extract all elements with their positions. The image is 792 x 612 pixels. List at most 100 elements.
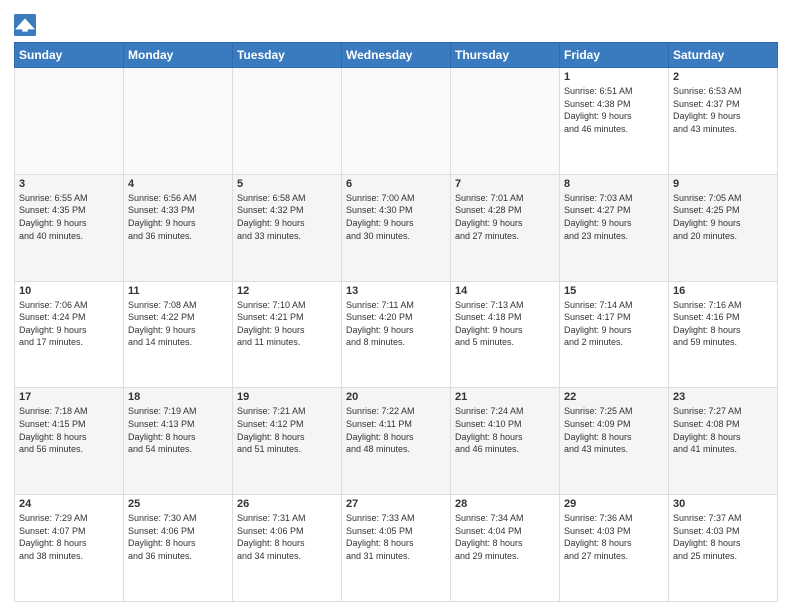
day-number: 20 (346, 391, 446, 403)
calendar-cell (15, 68, 124, 175)
day-info: Sunrise: 7:03 AM Sunset: 4:27 PM Dayligh… (564, 192, 664, 242)
day-number: 5 (237, 178, 337, 190)
calendar-cell: 15 Sunrise: 7:14 AM Sunset: 4:17 PM Dayli… (560, 281, 669, 388)
day-number: 14 (455, 285, 555, 297)
day-info: Sunrise: 7:25 AM Sunset: 4:09 PM Dayligh… (564, 405, 664, 455)
day-info: Sunrise: 7:13 AM Sunset: 4:18 PM Dayligh… (455, 299, 555, 349)
weekday-header: Monday (124, 43, 233, 68)
day-info: Sunrise: 7:21 AM Sunset: 4:12 PM Dayligh… (237, 405, 337, 455)
day-number: 11 (128, 285, 228, 297)
calendar-cell: 30 Sunrise: 7:37 AM Sunset: 4:03 PM Dayli… (669, 495, 778, 602)
day-number: 21 (455, 391, 555, 403)
calendar-cell: 28 Sunrise: 7:34 AM Sunset: 4:04 PM Dayli… (451, 495, 560, 602)
calendar-week-row: 24Sunrise: 7:29 AM Sunset: 4:07 PM Dayli… (15, 495, 778, 602)
logo (14, 14, 40, 36)
calendar-header-row: SundayMondayTuesdayWednesdayThursdayFrid… (15, 43, 778, 68)
day-info: Sunrise: 7:05 AM Sunset: 4:25 PM Dayligh… (673, 192, 773, 242)
calendar-cell: 17 Sunrise: 7:18 AM Sunset: 4:15 PM Dayli… (15, 388, 124, 495)
day-info: Sunrise: 7:27 AM Sunset: 4:08 PM Dayligh… (673, 405, 773, 455)
day-info: Sunrise: 7:19 AM Sunset: 4:13 PM Dayligh… (128, 405, 228, 455)
weekday-header: Thursday (451, 43, 560, 68)
day-info: Sunrise: 7:08 AM Sunset: 4:22 PM Dayligh… (128, 299, 228, 349)
calendar-cell: 6 Sunrise: 7:00 AM Sunset: 4:30 PM Daylig… (342, 174, 451, 281)
day-number: 15 (564, 285, 664, 297)
calendar-cell: 11 Sunrise: 7:08 AM Sunset: 4:22 PM Dayli… (124, 281, 233, 388)
weekday-header: Sunday (15, 43, 124, 68)
day-number: 17 (19, 391, 119, 403)
day-info: Sunrise: 7:18 AM Sunset: 4:15 PM Dayligh… (19, 405, 119, 455)
day-info: Sunrise: 7:01 AM Sunset: 4:28 PM Dayligh… (455, 192, 555, 242)
day-info: Sunrise: 7:34 AM Sunset: 4:04 PM Dayligh… (455, 512, 555, 562)
calendar-cell: 12Sunrise: 7:10 AM Sunset: 4:21 PM Dayli… (233, 281, 342, 388)
calendar-cell (342, 68, 451, 175)
calendar-cell: 8 Sunrise: 7:03 AM Sunset: 4:27 PM Daylig… (560, 174, 669, 281)
day-info: Sunrise: 7:24 AM Sunset: 4:10 PM Dayligh… (455, 405, 555, 455)
day-info: Sunrise: 6:53 AM Sunset: 4:37 PM Dayligh… (673, 85, 773, 135)
day-info: Sunrise: 7:29 AM Sunset: 4:07 PM Dayligh… (19, 512, 119, 562)
day-number: 3 (19, 178, 119, 190)
calendar-cell: 29 Sunrise: 7:36 AM Sunset: 4:03 PM Dayli… (560, 495, 669, 602)
day-info: Sunrise: 7:00 AM Sunset: 4:30 PM Dayligh… (346, 192, 446, 242)
calendar-cell: 10 Sunrise: 7:06 AM Sunset: 4:24 PM Dayli… (15, 281, 124, 388)
calendar-cell: 14 Sunrise: 7:13 AM Sunset: 4:18 PM Dayli… (451, 281, 560, 388)
day-info: Sunrise: 7:37 AM Sunset: 4:03 PM Dayligh… (673, 512, 773, 562)
day-number: 23 (673, 391, 773, 403)
logo-icon (14, 14, 36, 36)
day-info: Sunrise: 7:06 AM Sunset: 4:24 PM Dayligh… (19, 299, 119, 349)
calendar-cell: 25Sunrise: 7:30 AM Sunset: 4:06 PM Dayli… (124, 495, 233, 602)
day-number: 16 (673, 285, 773, 297)
day-number: 2 (673, 71, 773, 83)
calendar-cell: 2 Sunrise: 6:53 AM Sunset: 4:37 PM Daylig… (669, 68, 778, 175)
calendar-cell: 24Sunrise: 7:29 AM Sunset: 4:07 PM Dayli… (15, 495, 124, 602)
calendar-cell (451, 68, 560, 175)
day-info: Sunrise: 7:10 AM Sunset: 4:21 PM Dayligh… (237, 299, 337, 349)
day-info: Sunrise: 7:31 AM Sunset: 4:06 PM Dayligh… (237, 512, 337, 562)
day-number: 1 (564, 71, 664, 83)
calendar-cell: 5 Sunrise: 6:58 AM Sunset: 4:32 PM Daylig… (233, 174, 342, 281)
weekday-header: Friday (560, 43, 669, 68)
day-number: 19 (237, 391, 337, 403)
calendar-cell: 20 Sunrise: 7:22 AM Sunset: 4:11 PM Dayli… (342, 388, 451, 495)
day-number: 28 (455, 498, 555, 510)
calendar-cell: 23 Sunrise: 7:27 AM Sunset: 4:08 PM Dayli… (669, 388, 778, 495)
header (14, 10, 778, 36)
day-info: Sunrise: 7:36 AM Sunset: 4:03 PM Dayligh… (564, 512, 664, 562)
calendar-cell (233, 68, 342, 175)
day-info: Sunrise: 7:22 AM Sunset: 4:11 PM Dayligh… (346, 405, 446, 455)
calendar-cell: 3 Sunrise: 6:55 AM Sunset: 4:35 PM Daylig… (15, 174, 124, 281)
calendar-cell: 9 Sunrise: 7:05 AM Sunset: 4:25 PM Daylig… (669, 174, 778, 281)
weekday-header: Tuesday (233, 43, 342, 68)
day-number: 8 (564, 178, 664, 190)
day-number: 30 (673, 498, 773, 510)
day-info: Sunrise: 7:16 AM Sunset: 4:16 PM Dayligh… (673, 299, 773, 349)
day-info: Sunrise: 7:33 AM Sunset: 4:05 PM Dayligh… (346, 512, 446, 562)
weekday-header: Saturday (669, 43, 778, 68)
calendar-cell: 26 Sunrise: 7:31 AM Sunset: 4:06 PM Dayli… (233, 495, 342, 602)
calendar-cell (124, 68, 233, 175)
calendar-cell: 19 Sunrise: 7:21 AM Sunset: 4:12 PM Dayli… (233, 388, 342, 495)
day-info: Sunrise: 6:58 AM Sunset: 4:32 PM Dayligh… (237, 192, 337, 242)
day-number: 29 (564, 498, 664, 510)
calendar-cell: 21 Sunrise: 7:24 AM Sunset: 4:10 PM Dayli… (451, 388, 560, 495)
calendar-week-row: 17 Sunrise: 7:18 AM Sunset: 4:15 PM Dayli… (15, 388, 778, 495)
day-info: Sunrise: 6:51 AM Sunset: 4:38 PM Dayligh… (564, 85, 664, 135)
day-info: Sunrise: 6:55 AM Sunset: 4:35 PM Dayligh… (19, 192, 119, 242)
calendar-cell: 7Sunrise: 7:01 AM Sunset: 4:28 PM Daylig… (451, 174, 560, 281)
day-number: 4 (128, 178, 228, 190)
day-info: Sunrise: 7:14 AM Sunset: 4:17 PM Dayligh… (564, 299, 664, 349)
day-info: Sunrise: 7:11 AM Sunset: 4:20 PM Dayligh… (346, 299, 446, 349)
calendar-cell: 4 Sunrise: 6:56 AM Sunset: 4:33 PM Daylig… (124, 174, 233, 281)
weekday-header: Wednesday (342, 43, 451, 68)
calendar-cell: 13Sunrise: 7:11 AM Sunset: 4:20 PM Dayli… (342, 281, 451, 388)
day-number: 6 (346, 178, 446, 190)
day-number: 9 (673, 178, 773, 190)
calendar-week-row: 1 Sunrise: 6:51 AM Sunset: 4:38 PM Daylig… (15, 68, 778, 175)
day-number: 10 (19, 285, 119, 297)
calendar-cell: 27Sunrise: 7:33 AM Sunset: 4:05 PM Dayli… (342, 495, 451, 602)
calendar-cell: 18Sunrise: 7:19 AM Sunset: 4:13 PM Dayli… (124, 388, 233, 495)
page: SundayMondayTuesdayWednesdayThursdayFrid… (0, 0, 792, 612)
day-info: Sunrise: 6:56 AM Sunset: 4:33 PM Dayligh… (128, 192, 228, 242)
calendar-table: SundayMondayTuesdayWednesdayThursdayFrid… (14, 42, 778, 602)
day-number: 22 (564, 391, 664, 403)
day-number: 26 (237, 498, 337, 510)
